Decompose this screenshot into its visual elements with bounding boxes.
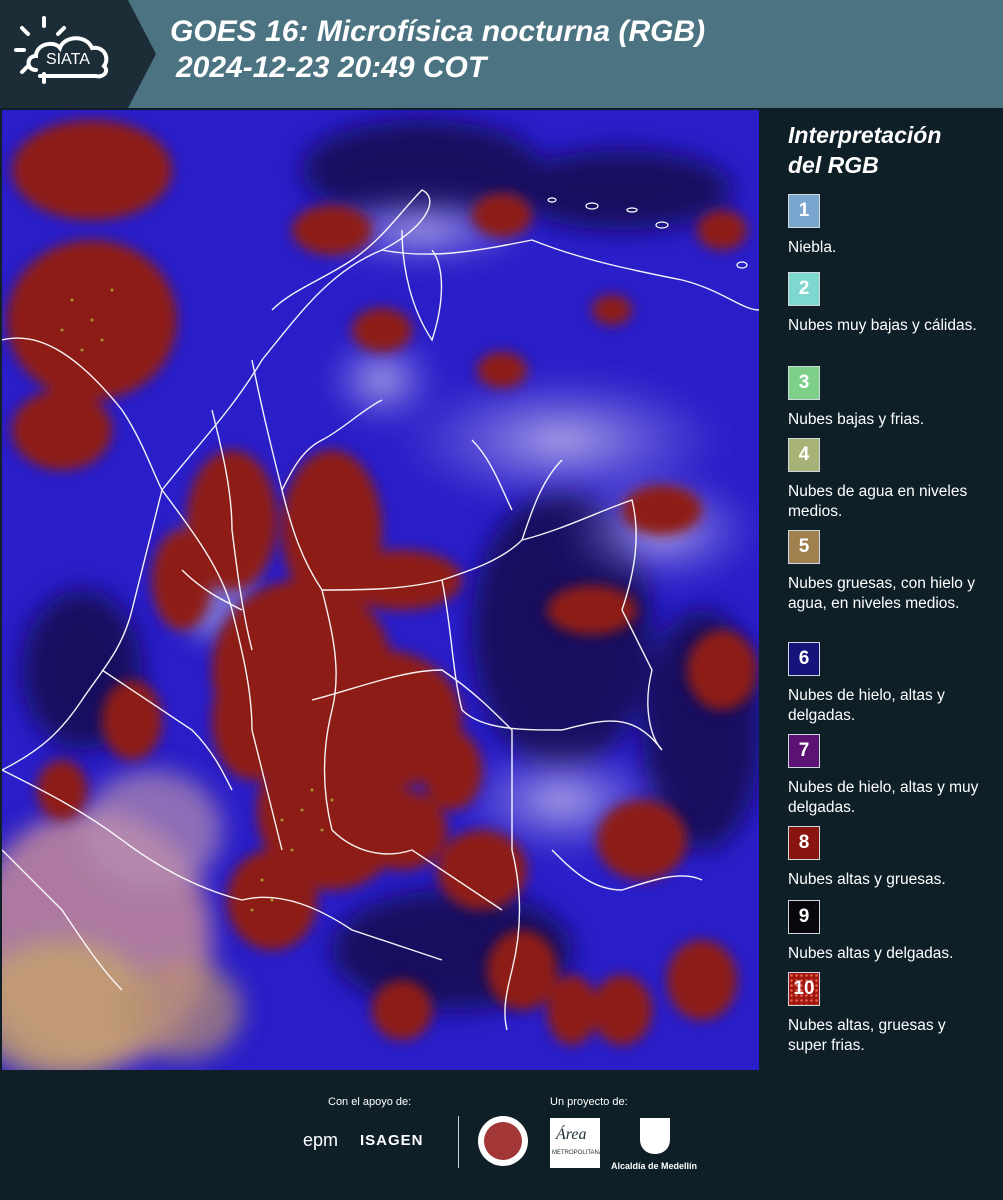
legend-swatch: 3: [788, 366, 820, 400]
legend-swatch: 1: [788, 194, 820, 228]
legend-swatch: 4: [788, 438, 820, 472]
siata-logo[interactable]: SIATA: [0, 0, 128, 108]
legend-title-line-2: del RGB: [788, 152, 879, 178]
medellin-shield-icon[interactable]: [640, 1118, 670, 1154]
logo-arrow-decor: [128, 0, 156, 108]
legend-item-4: 4 Nubes de agua en niveles medios.: [788, 438, 988, 522]
legend-item-2: 2 Nubes muy bajas y cálidas.: [788, 272, 988, 336]
footer-bar: Con el apoyo de: Un proyecto de: epm ISA…: [0, 1070, 1003, 1200]
satellite-map[interactable]: [2, 110, 759, 1070]
seal-inner-icon: [484, 1122, 522, 1160]
medellin-logo-text: Alcaldía de Medellín: [611, 1161, 698, 1171]
legend-item-9: 9 Nubes altas y delgadas.: [788, 900, 988, 964]
legend-swatch: 9: [788, 900, 820, 934]
legend-swatch: 8: [788, 826, 820, 860]
amva-logo-subtext: METROPOLITANA: [552, 1150, 603, 1156]
title-line-2: 2024-12-23 20:49 COT: [176, 51, 487, 84]
project-label: Un proyecto de:: [550, 1096, 628, 1108]
legend-item-3: 3 Nubes bajas y frias.: [788, 366, 988, 430]
legend-swatch: 2: [788, 272, 820, 306]
epm-logo[interactable]: epm: [303, 1130, 338, 1151]
legend-title-line-1: Interpretación: [788, 122, 942, 148]
legend-text: Nubes de agua en niveles medios.: [788, 483, 968, 520]
legend-text: Nubes muy bajas y cálidas.: [788, 317, 977, 334]
rgb-legend: Interpretación del RGB 1 Niebla. 2 Nubes…: [770, 110, 995, 1070]
legend-text: Nubes gruesas, con hielo y agua, en nive…: [788, 575, 975, 612]
legend-item-8: 8 Nubes altas y gruesas.: [788, 826, 988, 890]
legend-swatch: 5: [788, 530, 820, 564]
legend-title: Interpretación del RGB: [788, 120, 941, 180]
satellite-image: [2, 110, 759, 1070]
amva-logo-text: Área: [556, 1126, 587, 1143]
legend-item-7: 7 Nubes de hielo, altas y muy delgadas.: [788, 734, 988, 818]
legend-text: Nubes altas y delgadas.: [788, 945, 954, 962]
sun-cloud-icon: SIATA: [14, 16, 109, 84]
header-bar: SIATA GOES 16: Microfísica nocturna (RGB…: [0, 0, 1003, 108]
legend-text: Nubes altas, gruesas y super frias.: [788, 1017, 946, 1054]
area-metropolitana-logo[interactable]: Área METROPOLITANA: [550, 1118, 603, 1168]
university-seal-logo[interactable]: [478, 1116, 528, 1166]
legend-text: Nubes bajas y frias.: [788, 411, 925, 428]
legend-swatch: 7: [788, 734, 820, 768]
legend-item-6: 6 Nubes de hielo, altas y delgadas.: [788, 642, 988, 726]
legend-swatch: 10: [788, 972, 820, 1006]
legend-item-10: 10 Nubes altas, gruesas y super frias.: [788, 972, 988, 1056]
legend-item-1: 1 Niebla.: [788, 194, 988, 258]
legend-text: Nubes de hielo, altas y muy delgadas.: [788, 779, 979, 816]
page-title: GOES 16: Microfísica nocturna (RGB) 2024…: [170, 14, 705, 86]
legend-swatch: 6: [788, 642, 820, 676]
legend-item-5: 5 Nubes gruesas, con hielo y agua, en ni…: [788, 530, 988, 614]
legend-text: Nubes altas y gruesas.: [788, 871, 946, 888]
footer-divider: [458, 1116, 459, 1168]
title-line-1: GOES 16: Microfísica nocturna (RGB): [170, 15, 706, 48]
logo-text: SIATA: [46, 51, 90, 68]
support-label: Con el apoyo de:: [328, 1096, 412, 1108]
isagen-logo[interactable]: ISAGEN: [360, 1132, 424, 1149]
legend-text: Nubes de hielo, altas y delgadas.: [788, 687, 945, 724]
legend-text: Niebla.: [788, 239, 837, 256]
